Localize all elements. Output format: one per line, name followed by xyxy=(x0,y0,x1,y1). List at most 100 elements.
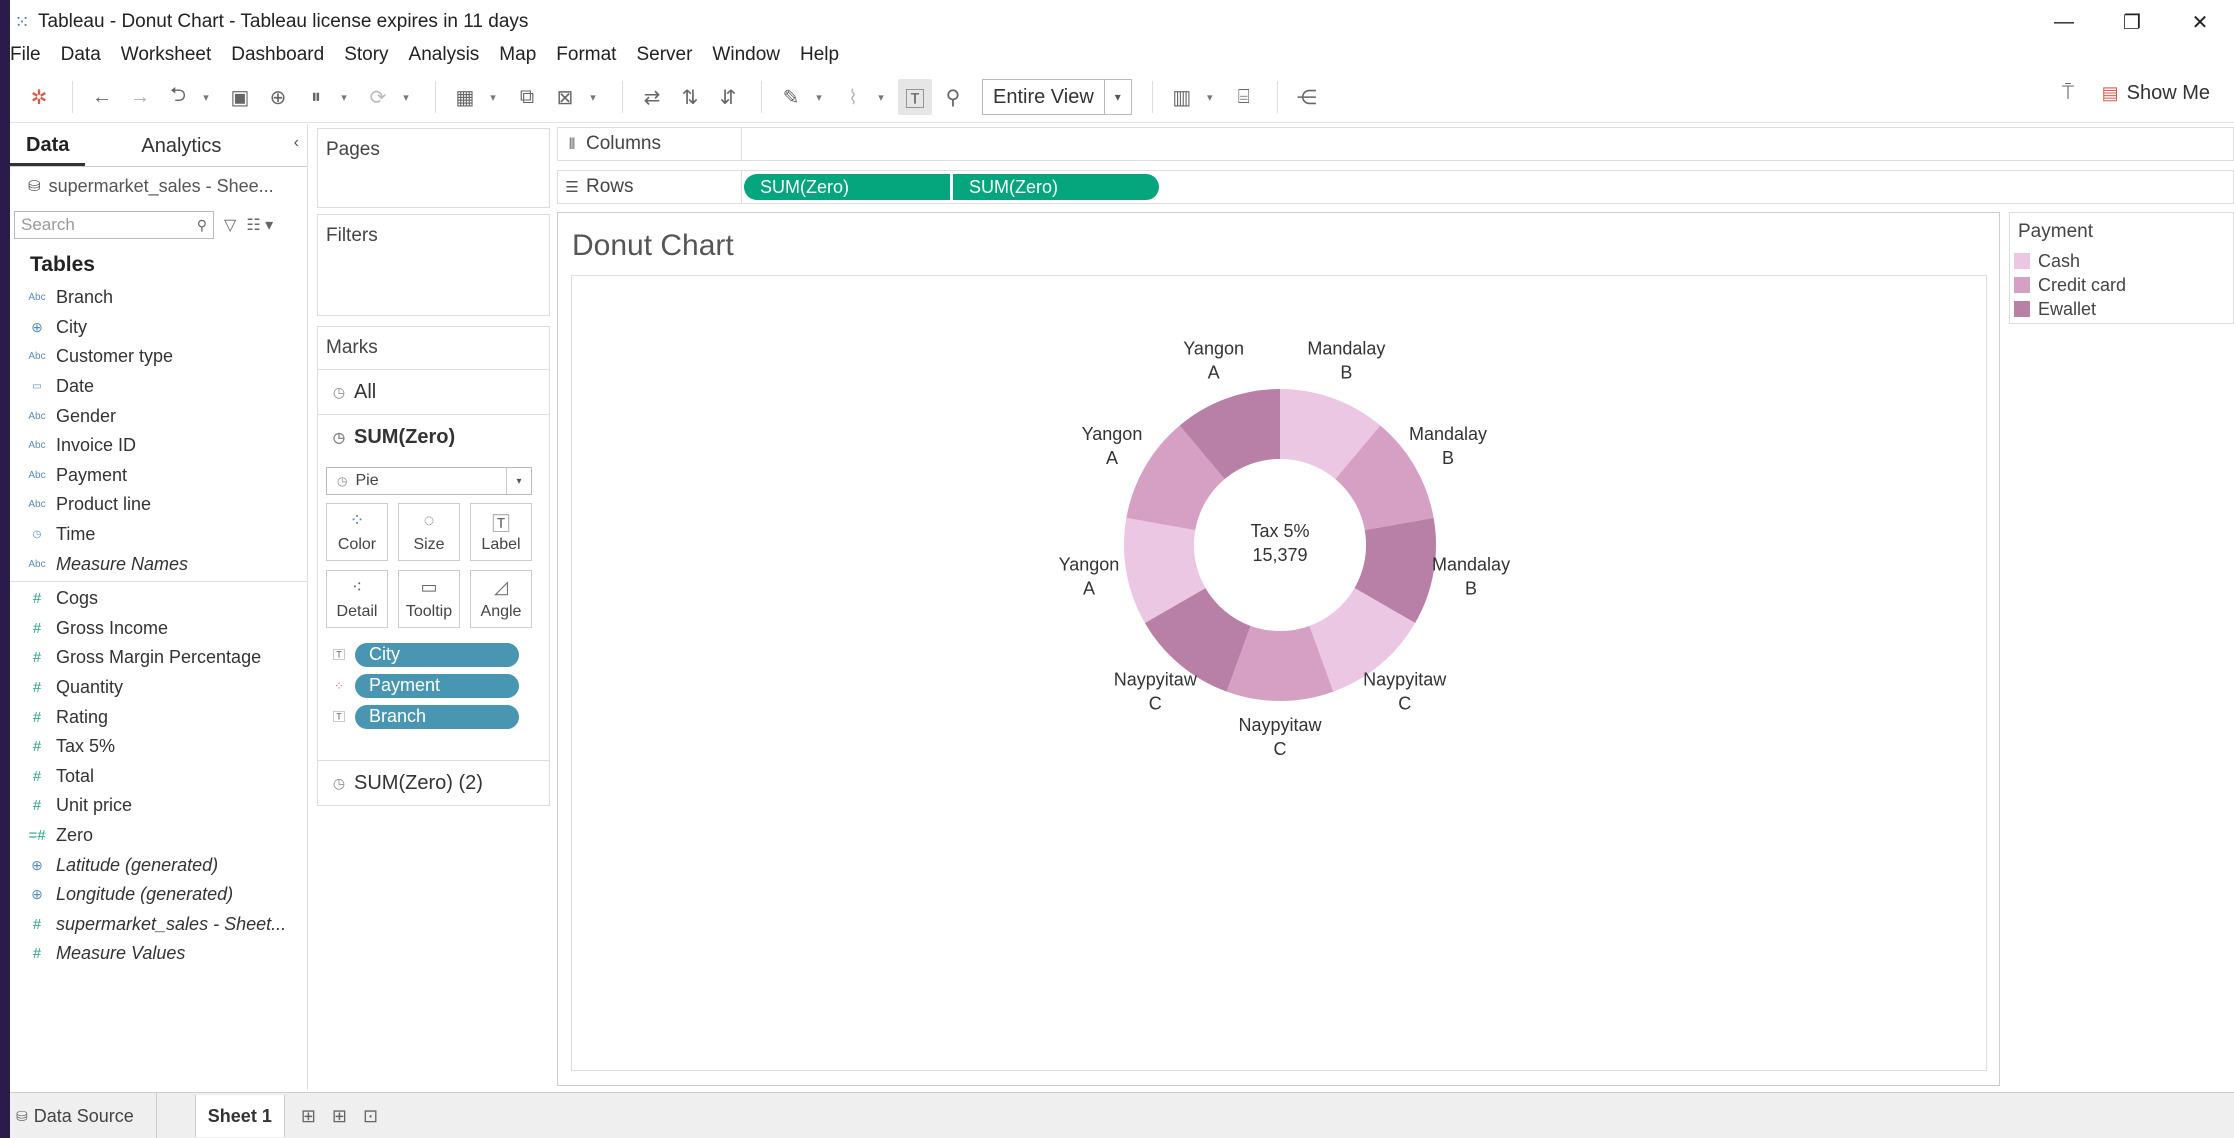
chevron-down-icon[interactable]: ▾ xyxy=(506,468,531,494)
fit-selector[interactable]: Entire View ▾ xyxy=(982,79,1132,115)
field-item[interactable]: ⊕ Latitude (generated) xyxy=(10,850,307,880)
tableau-home-icon[interactable]: ✲ xyxy=(22,79,56,115)
field-item[interactable]: # Quantity xyxy=(10,673,307,703)
field-item[interactable]: =# Zero xyxy=(10,821,307,851)
field-item[interactable]: # Gross Margin Percentage xyxy=(10,643,307,673)
menu-window[interactable]: Window xyxy=(712,44,780,66)
undo-icon[interactable]: ← xyxy=(85,79,119,115)
save-icon[interactable]: ▣ xyxy=(223,79,257,115)
marks-layer-sum-zero-2[interactable]: ◷ SUM(Zero) (2) xyxy=(318,760,549,805)
mark-type-select[interactable]: ◷ Pie ▾ xyxy=(326,467,532,495)
highlight-dropdown-icon[interactable]: ▾ xyxy=(812,79,826,115)
field-item[interactable]: # Unit price xyxy=(10,791,307,821)
menu-file[interactable]: File xyxy=(10,44,41,66)
sort-descending-icon[interactable]: ⇵ xyxy=(711,79,745,115)
field-item[interactable]: Abc Product line xyxy=(10,490,307,520)
menu-analysis[interactable]: Analysis xyxy=(409,44,480,66)
marks-layer-sum-zero[interactable]: ◷ SUM(Zero) xyxy=(318,414,549,459)
tooltip-button[interactable]: ▭ Tooltip xyxy=(398,570,460,628)
show-cards-dropdown-icon[interactable]: ▾ xyxy=(1203,79,1217,115)
new-worksheet-dropdown-icon[interactable]: ▾ xyxy=(486,79,500,115)
field-item[interactable]: # Gross Income xyxy=(10,614,307,644)
menu-format[interactable]: Format xyxy=(556,44,616,66)
pause-dropdown-icon[interactable]: ▾ xyxy=(337,79,351,115)
swap-rows-columns-icon[interactable]: ⇄ xyxy=(635,79,669,115)
replay-dropdown-icon[interactable]: ▾ xyxy=(199,79,213,115)
legend-item[interactable]: Ewallet xyxy=(2010,297,2233,321)
format-painter-icon[interactable]: ⍑ xyxy=(2062,82,2074,105)
menu-map[interactable]: Map xyxy=(499,44,536,66)
detail-button[interactable]: ⁖ Detail xyxy=(326,570,388,628)
size-button[interactable]: ◌ Size xyxy=(398,503,460,561)
new-dashboard-icon[interactable]: ⊞ xyxy=(332,1106,347,1127)
menu-server[interactable]: Server xyxy=(636,44,692,66)
show-mark-labels-icon[interactable]: 🅃 xyxy=(898,79,932,115)
angle-button[interactable]: ◿ Angle xyxy=(470,570,532,628)
sheet-tab[interactable]: Sheet 1 xyxy=(194,1095,285,1137)
tab-analytics[interactable]: Analytics xyxy=(125,135,237,166)
highlight-icon[interactable]: ✎ xyxy=(774,79,808,115)
pages-shelf[interactable]: Pages xyxy=(317,128,550,208)
city-pill[interactable]: City xyxy=(355,642,519,667)
field-item[interactable]: Abc Measure Names xyxy=(10,549,307,579)
share-icon[interactable]: ⋲ xyxy=(1290,79,1324,115)
chevron-down-icon[interactable]: ▾ xyxy=(1103,80,1131,114)
presentation-mode-icon[interactable]: ⌸ xyxy=(1227,79,1261,115)
rows-pill[interactable]: SUM(Zero) xyxy=(744,174,950,200)
restore-icon[interactable]: ❐ xyxy=(2098,0,2166,44)
field-item[interactable]: ▭ Date xyxy=(10,372,307,402)
payment-pill[interactable]: Payment xyxy=(355,673,519,698)
replay-icon[interactable]: ⮌ xyxy=(161,79,195,115)
fix-axes-icon[interactable]: ⚲ xyxy=(936,79,970,115)
field-item[interactable]: Abc Invoice ID xyxy=(10,431,307,461)
data-source-tab[interactable]: ⛁ Data Source xyxy=(10,1093,157,1138)
legend-item[interactable]: Credit card xyxy=(2010,273,2233,297)
branch-pill[interactable]: Branch xyxy=(355,704,519,729)
collapse-pane-icon[interactable]: ‹ xyxy=(294,134,299,152)
legend-item[interactable]: Cash xyxy=(2010,249,2233,273)
menu-worksheet[interactable]: Worksheet xyxy=(121,44,211,66)
pause-updates-icon[interactable]: ⏸ xyxy=(299,79,333,115)
group-members-icon[interactable]: ⌇ xyxy=(836,79,870,115)
duplicate-sheet-icon[interactable]: ⧉ xyxy=(510,79,544,115)
field-item[interactable]: ⊕ Longitude (generated) xyxy=(10,880,307,910)
refresh-dropdown-icon[interactable]: ▾ xyxy=(399,79,413,115)
redo-icon[interactable]: → xyxy=(123,79,157,115)
field-item[interactable]: # Measure Values xyxy=(10,939,307,969)
filters-shelf[interactable]: Filters xyxy=(317,214,550,316)
field-item[interactable]: ⊕ City xyxy=(10,313,307,343)
menu-story[interactable]: Story xyxy=(344,44,388,66)
sort-ascending-icon[interactable]: ⇅ xyxy=(673,79,707,115)
close-icon[interactable]: ✕ xyxy=(2166,0,2234,44)
clear-dropdown-icon[interactable]: ▾ xyxy=(586,79,600,115)
show-cards-icon[interactable]: ▥ xyxy=(1165,79,1199,115)
data-source-item[interactable]: ⛁ supermarket_sales - Shee... xyxy=(10,167,307,205)
field-item[interactable]: Abc Customer type xyxy=(10,342,307,372)
menu-data[interactable]: Data xyxy=(61,44,101,66)
field-item[interactable]: # Total xyxy=(10,762,307,792)
group-dropdown-icon[interactable]: ▾ xyxy=(874,79,888,115)
field-item[interactable]: Abc Gender xyxy=(10,401,307,431)
field-item[interactable]: Abc Payment xyxy=(10,461,307,491)
marks-all[interactable]: ◷ All xyxy=(318,369,549,414)
field-item[interactable]: # supermarket_sales - Sheet... xyxy=(10,909,307,939)
rows-pill[interactable]: SUM(Zero) xyxy=(953,174,1159,200)
field-item[interactable]: Abc Branch xyxy=(10,283,307,313)
new-worksheet-icon[interactable]: ▦ xyxy=(448,79,482,115)
view-options-icon[interactable]: ☷ ▾ xyxy=(246,215,273,235)
field-item[interactable]: # Cogs xyxy=(10,584,307,614)
columns-shelf[interactable]: ⦀ Columns xyxy=(557,127,2234,161)
search-input[interactable]: Search ⚲ xyxy=(14,211,214,239)
field-item[interactable]: # Tax 5% xyxy=(10,732,307,762)
show-me-button[interactable]: ▤ Show Me xyxy=(2102,82,2210,105)
color-button[interactable]: ⁘ Color xyxy=(326,503,388,561)
tab-data[interactable]: Data xyxy=(10,134,86,166)
menu-help[interactable]: Help xyxy=(800,44,839,66)
clear-sheet-icon[interactable]: ⊠ xyxy=(548,79,582,115)
field-item[interactable]: ◷ Time xyxy=(10,520,307,550)
minimize-icon[interactable]: — xyxy=(2030,0,2098,44)
menu-dashboard[interactable]: Dashboard xyxy=(231,44,324,66)
label-button[interactable]: 🅃 Label xyxy=(470,503,532,561)
new-worksheet-icon[interactable]: ⊞ xyxy=(301,1106,316,1127)
refresh-icon[interactable]: ⟳ xyxy=(361,79,395,115)
